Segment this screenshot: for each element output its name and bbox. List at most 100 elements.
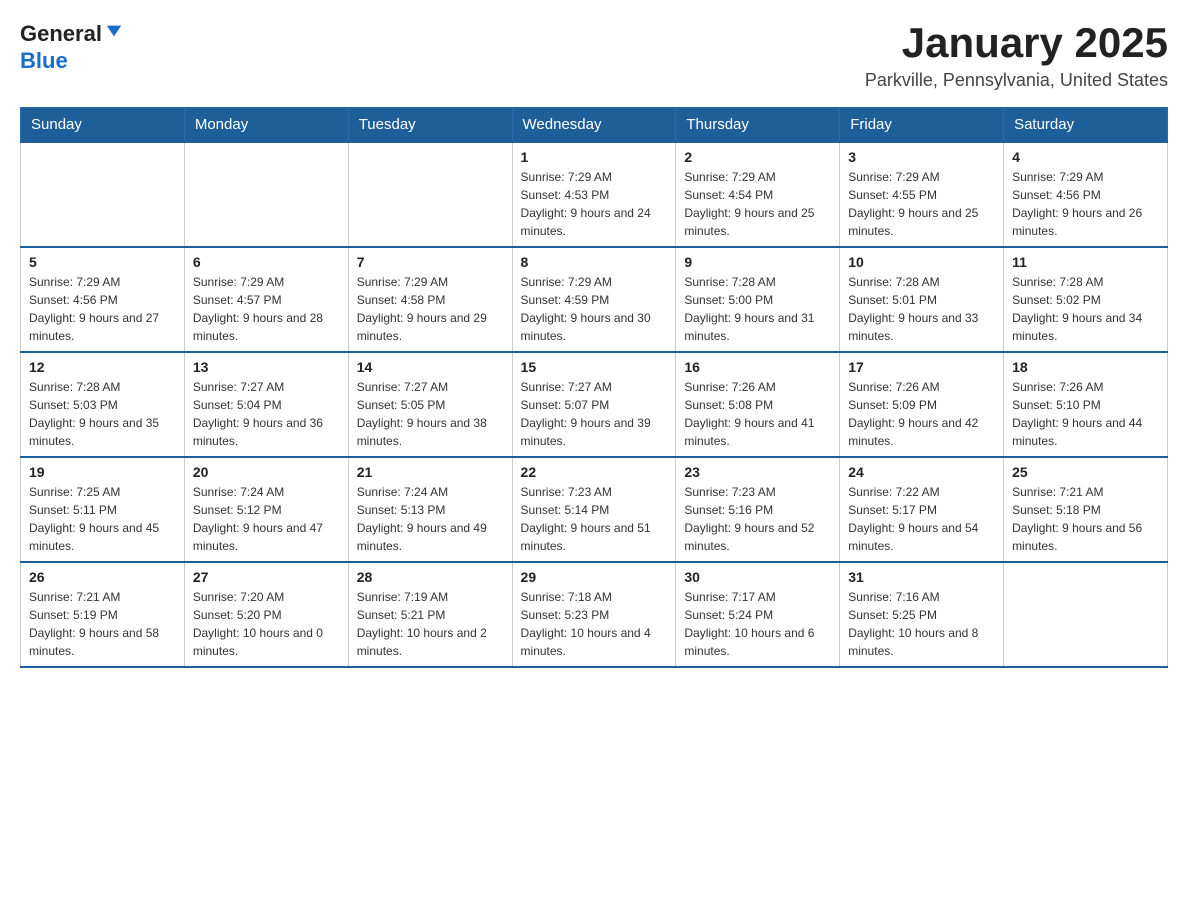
day-info: Sunrise: 7:23 AMSunset: 5:16 PMDaylight:… — [684, 483, 831, 555]
day-number: 2 — [684, 149, 831, 165]
day-number: 16 — [684, 359, 831, 375]
calendar-cell: 2Sunrise: 7:29 AMSunset: 4:54 PMDaylight… — [676, 142, 840, 247]
day-info: Sunrise: 7:16 AMSunset: 5:25 PMDaylight:… — [848, 588, 995, 660]
calendar-cell: 17 Sunrise: 7:26 AMSunset: 5:09 PMDayligh… — [840, 352, 1004, 457]
weekday-header-monday: Monday — [184, 108, 348, 143]
weekday-header-thursday: Thursday — [676, 108, 840, 143]
calendar-cell: 25Sunrise: 7:21 AMSunset: 5:18 PMDayligh… — [1004, 457, 1168, 562]
calendar-week-row: 19 Sunrise: 7:25 AMSunset: 5:11 PMDayligh… — [21, 457, 1168, 562]
calendar-cell: 24Sunrise: 7:22 AMSunset: 5:17 PMDayligh… — [840, 457, 1004, 562]
day-info: Sunrise: 7:21 AMSunset: 5:19 PMDaylight:… — [29, 588, 176, 660]
day-number: 22 — [521, 464, 668, 480]
calendar-week-row: 26Sunrise: 7:21 AMSunset: 5:19 PMDayligh… — [21, 562, 1168, 667]
calendar-cell: 31 Sunrise: 7:16 AMSunset: 5:25 PMDayligh… — [840, 562, 1004, 667]
day-info: Sunrise: 7:20 AMSunset: 5:20 PMDaylight:… — [193, 588, 340, 660]
day-number: 9 — [684, 254, 831, 270]
day-info: Sunrise: 7:24 AMSunset: 5:12 PMDaylight:… — [193, 483, 340, 555]
day-number: 5 — [29, 254, 176, 270]
calendar-cell: 8 Sunrise: 7:29 AMSunset: 4:59 PMDaylight… — [512, 247, 676, 352]
calendar-table: SundayMondayTuesdayWednesdayThursdayFrid… — [20, 107, 1168, 668]
calendar-cell: 22 Sunrise: 7:23 AMSunset: 5:14 PMDayligh… — [512, 457, 676, 562]
weekday-header-friday: Friday — [840, 108, 1004, 143]
day-number: 29 — [521, 569, 668, 585]
calendar-cell: 13 Sunrise: 7:27 AMSunset: 5:04 PMDayligh… — [184, 352, 348, 457]
day-info: Sunrise: 7:27 AMSunset: 5:07 PMDaylight:… — [521, 378, 668, 450]
calendar-cell: 18 Sunrise: 7:26 AMSunset: 5:10 PMDayligh… — [1004, 352, 1168, 457]
day-info: Sunrise: 7:29 AMSunset: 4:58 PMDaylight:… — [357, 273, 504, 345]
day-number: 17 — [848, 359, 995, 375]
day-number: 12 — [29, 359, 176, 375]
day-info: Sunrise: 7:27 AMSunset: 5:04 PMDaylight:… — [193, 378, 340, 450]
weekday-header-tuesday: Tuesday — [348, 108, 512, 143]
day-info: Sunrise: 7:28 AMSunset: 5:03 PMDaylight:… — [29, 378, 176, 450]
location: Parkville, Pennsylvania, United States — [865, 70, 1168, 91]
calendar-cell: 4Sunrise: 7:29 AMSunset: 4:56 PMDaylight… — [1004, 142, 1168, 247]
day-info: Sunrise: 7:17 AMSunset: 5:24 PMDaylight:… — [684, 588, 831, 660]
logo-general: General — [20, 20, 123, 48]
calendar-cell — [21, 142, 185, 247]
calendar-cell: 11 Sunrise: 7:28 AMSunset: 5:02 PMDayligh… — [1004, 247, 1168, 352]
day-number: 10 — [848, 254, 995, 270]
calendar-cell: 21Sunrise: 7:24 AMSunset: 5:13 PMDayligh… — [348, 457, 512, 562]
logo-blue: Blue — [20, 48, 123, 74]
day-info: Sunrise: 7:26 AMSunset: 5:10 PMDaylight:… — [1012, 378, 1159, 450]
weekday-header-wednesday: Wednesday — [512, 108, 676, 143]
calendar-week-row: 12 Sunrise: 7:28 AMSunset: 5:03 PMDayligh… — [21, 352, 1168, 457]
day-info: Sunrise: 7:29 AMSunset: 4:56 PMDaylight:… — [29, 273, 176, 345]
day-number: 7 — [357, 254, 504, 270]
calendar-cell: 27 Sunrise: 7:20 AMSunset: 5:20 PMDayligh… — [184, 562, 348, 667]
day-number: 31 — [848, 569, 995, 585]
day-number: 8 — [521, 254, 668, 270]
weekday-header-sunday: Sunday — [21, 108, 185, 143]
calendar-cell — [184, 142, 348, 247]
calendar-week-row: 5 Sunrise: 7:29 AMSunset: 4:56 PMDaylight… — [21, 247, 1168, 352]
day-info: Sunrise: 7:23 AMSunset: 5:14 PMDaylight:… — [521, 483, 668, 555]
logo: General Blue — [20, 20, 123, 74]
day-number: 6 — [193, 254, 340, 270]
day-number: 20 — [193, 464, 340, 480]
day-info: Sunrise: 7:26 AMSunset: 5:08 PMDaylight:… — [684, 378, 831, 450]
calendar-cell: 6 Sunrise: 7:29 AMSunset: 4:57 PMDaylight… — [184, 247, 348, 352]
day-number: 25 — [1012, 464, 1159, 480]
day-number: 19 — [29, 464, 176, 480]
day-info: Sunrise: 7:28 AMSunset: 5:02 PMDaylight:… — [1012, 273, 1159, 345]
day-number: 11 — [1012, 254, 1159, 270]
day-number: 13 — [193, 359, 340, 375]
day-info: Sunrise: 7:18 AMSunset: 5:23 PMDaylight:… — [521, 588, 668, 660]
calendar-cell: 7 Sunrise: 7:29 AMSunset: 4:58 PMDaylight… — [348, 247, 512, 352]
calendar-cell: 16 Sunrise: 7:26 AMSunset: 5:08 PMDayligh… — [676, 352, 840, 457]
calendar-cell: 30 Sunrise: 7:17 AMSunset: 5:24 PMDayligh… — [676, 562, 840, 667]
day-info: Sunrise: 7:29 AMSunset: 4:53 PMDaylight:… — [521, 168, 668, 240]
calendar-cell: 12 Sunrise: 7:28 AMSunset: 5:03 PMDayligh… — [21, 352, 185, 457]
day-info: Sunrise: 7:19 AMSunset: 5:21 PMDaylight:… — [357, 588, 504, 660]
page-header: General Blue January 2025 Parkville, Pen… — [20, 20, 1168, 91]
calendar-week-row: 1 Sunrise: 7:29 AMSunset: 4:53 PMDaylight… — [21, 142, 1168, 247]
calendar-cell: 26Sunrise: 7:21 AMSunset: 5:19 PMDayligh… — [21, 562, 185, 667]
calendar-cell: 15Sunrise: 7:27 AMSunset: 5:07 PMDayligh… — [512, 352, 676, 457]
day-number: 21 — [357, 464, 504, 480]
day-number: 27 — [193, 569, 340, 585]
day-info: Sunrise: 7:29 AMSunset: 4:55 PMDaylight:… — [848, 168, 995, 240]
logo-arrow-icon — [105, 20, 123, 46]
day-info: Sunrise: 7:25 AMSunset: 5:11 PMDaylight:… — [29, 483, 176, 555]
day-number: 1 — [521, 149, 668, 165]
day-info: Sunrise: 7:26 AMSunset: 5:09 PMDaylight:… — [848, 378, 995, 450]
day-info: Sunrise: 7:29 AMSunset: 4:59 PMDaylight:… — [521, 273, 668, 345]
day-number: 30 — [684, 569, 831, 585]
month-title: January 2025 — [865, 20, 1168, 66]
calendar-cell: 28 Sunrise: 7:19 AMSunset: 5:21 PMDayligh… — [348, 562, 512, 667]
day-number: 4 — [1012, 149, 1159, 165]
day-number: 28 — [357, 569, 504, 585]
calendar-cell: 9Sunrise: 7:28 AMSunset: 5:00 PMDaylight… — [676, 247, 840, 352]
day-info: Sunrise: 7:29 AMSunset: 4:57 PMDaylight:… — [193, 273, 340, 345]
title-block: January 2025 Parkville, Pennsylvania, Un… — [865, 20, 1168, 91]
day-number: 18 — [1012, 359, 1159, 375]
day-number: 14 — [357, 359, 504, 375]
weekday-header-saturday: Saturday — [1004, 108, 1168, 143]
calendar-cell — [1004, 562, 1168, 667]
day-number: 24 — [848, 464, 995, 480]
day-info: Sunrise: 7:28 AMSunset: 5:01 PMDaylight:… — [848, 273, 995, 345]
calendar-cell: 1 Sunrise: 7:29 AMSunset: 4:53 PMDaylight… — [512, 142, 676, 247]
calendar-cell — [348, 142, 512, 247]
calendar-cell: 29 Sunrise: 7:18 AMSunset: 5:23 PMDayligh… — [512, 562, 676, 667]
